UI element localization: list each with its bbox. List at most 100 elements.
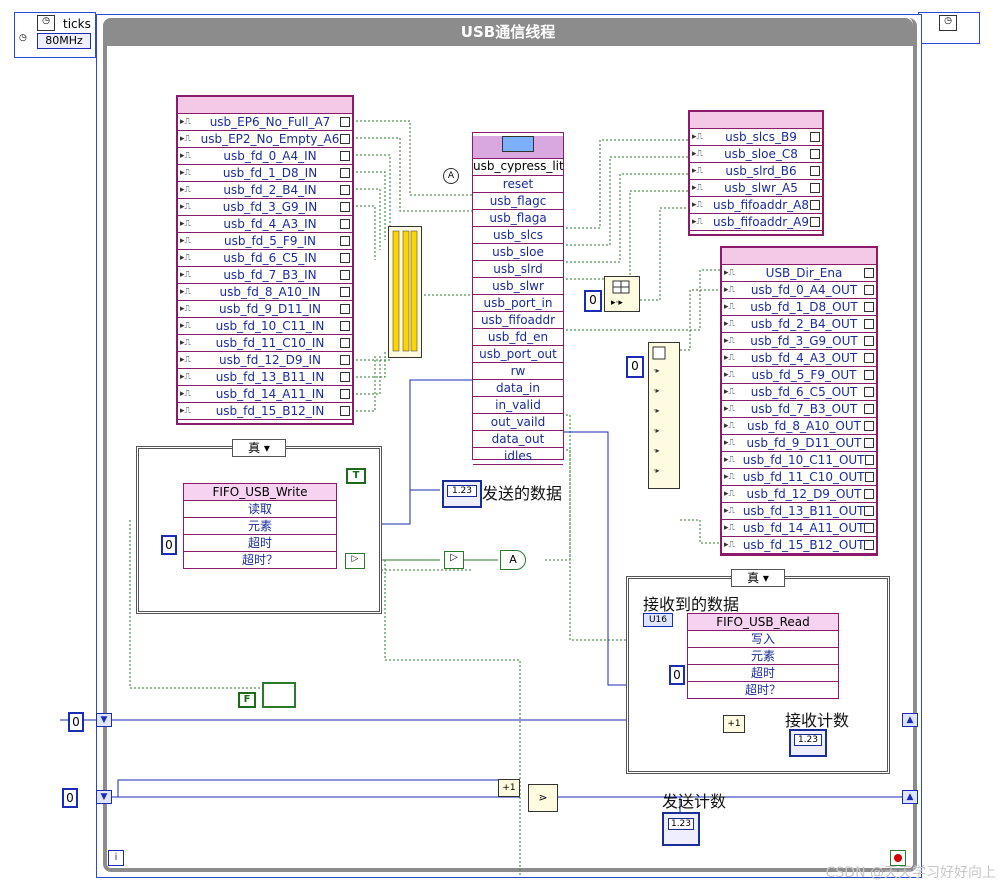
input-signal-row[interactable]: ▸⎍ usb_fd_3_G9_IN [178,199,352,216]
output-signal-row[interactable]: ▸⎍ usb_fd_6_C5_OUT [722,384,876,401]
true-constant[interactable]: T [346,468,366,484]
subvi-terminal[interactable]: rw [473,363,563,380]
control-signal-row[interactable]: ▸⎍ usb_fifoaddr_A8 [690,197,822,214]
write-timeout-constant[interactable]: 0 [161,535,177,555]
signal-icon: ▸⎍ [180,304,191,314]
fifo-read-node[interactable]: FIFO_USB_Read 写入 元素 超时 超时？ [687,613,839,699]
input-signal-row[interactable]: ▸⎍ usb_EP2_No_Empty_A6 [178,131,352,148]
shift-register-left-1[interactable]: ▼ [96,713,112,727]
loop-constant-send[interactable]: 0 [62,788,78,808]
input-signal-row[interactable]: ▸⎍ usb_fd_5_F9_IN [178,233,352,250]
input-signal-row[interactable]: ▸⎍ usb_fd_11_C10_IN [178,335,352,352]
output-signal-row[interactable]: ▸⎍ usb_fd_7_B3_OUT [722,401,876,418]
case-selector-write[interactable]: 真 ▾ [232,439,286,457]
subvi-terminal[interactable]: usb_slrd [473,261,563,278]
terminal-icon [340,151,350,161]
case-selector-read[interactable]: 真 ▾ [731,569,785,587]
output-signal-row[interactable]: ▸⎍ usb_fd_15_B12_OUT [722,537,876,554]
output-signal-row[interactable]: ▸⎍ usb_fd_2_B4_OUT [722,316,876,333]
output-signal-row[interactable]: ▸⎍ usb_fd_5_F9_OUT [722,367,876,384]
svg-text:·▸: ·▸ [653,366,660,375]
case-structure-read[interactable]: 真 ▾ 接收到的数据 U16 FIFO_USB_Read 写入 元素 超时 超时… [626,569,890,774]
control-signal-label: usb_sloe_C8 [724,147,798,161]
output-index-array[interactable]: ·▸ ·▸ ·▸ ·▸ ·▸ ·▸ [648,342,680,489]
input-signal-row[interactable]: ▸⎍ usb_fd_0_A4_IN [178,148,352,165]
addr-index-node[interactable]: ▸·▸ [604,276,640,312]
input-signal-row[interactable]: ▸⎍ usb_fd_2_B4_IN [178,182,352,199]
shift-register-right-1[interactable]: ▲ [902,713,918,727]
read-timeout-constant[interactable]: 0 [669,665,685,685]
out-array-constant[interactable]: 0 [626,356,644,378]
input-signal-row[interactable]: ▸⎍ usb_fd_1_D8_IN [178,165,352,182]
output-signal-row[interactable]: ▸⎍ usb_fd_10_C11_OUT [722,452,876,469]
output-signal-row[interactable]: ▸⎍ usb_fd_12_D9_OUT [722,486,876,503]
subvi-terminal[interactable]: usb_fifoaddr [473,312,563,329]
output-signal-row[interactable]: ▸⎍ usb_fd_9_D11_OUT [722,435,876,452]
shift-register-left-2[interactable]: ▼ [96,790,112,804]
false-constant[interactable]: F [238,692,256,708]
control-signal-row[interactable]: ▸⎍ usb_slcs_B9 [690,129,822,146]
subvi-terminal[interactable]: usb_flagc [473,193,563,210]
subvi-terminal[interactable]: data_out [473,431,563,448]
svg-text:▸·▸: ▸·▸ [611,298,623,308]
input-signal-row[interactable]: ▸⎍ usb_fd_8_A10_IN [178,284,352,301]
info-icon[interactable]: i [108,850,124,866]
subvi-terminal[interactable]: idles [473,448,563,465]
control-signal-row[interactable]: ▸⎍ usb_slrd_B6 [690,163,822,180]
output-signal-label: usb_fd_6_C5_OUT [750,385,858,399]
terminal-icon [340,134,350,144]
subvi-terminal[interactable]: in_valid [473,397,563,414]
output-signal-row[interactable]: ▸⎍ USB_Dir_Ena [722,265,876,282]
fpga-input-node[interactable]: ▸⎍ usb_EP6_No_Full_A7 ▸⎍ usb_EP2_No_Empty_A… [176,95,354,425]
fifoaddr-constant[interactable]: 0 [584,290,602,312]
subvi-terminal[interactable]: usb_flaga [473,210,563,227]
input-signal-row[interactable]: ▸⎍ usb_fd_7_B3_IN [178,267,352,284]
output-signal-row[interactable]: ▸⎍ usb_fd_0_A4_OUT [722,282,876,299]
terminal-icon [340,168,350,178]
control-signal-row[interactable]: ▸⎍ usb_slwr_A5 [690,180,822,197]
terminal-icon [864,285,874,295]
output-signal-row[interactable]: ▸⎍ usb_fd_8_A10_OUT [722,418,876,435]
shift-register-right-2[interactable]: ▲ [902,790,918,804]
subvi-terminal[interactable]: data_in [473,380,563,397]
subvi-icon [473,136,563,159]
input-signal-row[interactable]: ▸⎍ usb_fd_10_C11_IN [178,318,352,335]
output-signal-label: usb_fd_8_A10_OUT [747,419,861,433]
fifo-write-node[interactable]: FIFO_USB_Write 读取 元素 超时 超时？ [183,483,337,569]
output-signal-row[interactable]: ▸⎍ usb_fd_3_G9_OUT [722,333,876,350]
input-signal-row[interactable]: ▸⎍ usb_fd_12_D9_IN [178,352,352,369]
subvi-terminal[interactable]: usb_sloe [473,244,563,261]
output-signal-row[interactable]: ▸⎍ usb_fd_14_A11_OUT [722,520,876,537]
output-signal-row[interactable]: ▸⎍ usb_fd_4_A3_OUT [722,350,876,367]
subvi-terminal[interactable]: reset [473,176,563,193]
control-signal-row[interactable]: ▸⎍ usb_fifoaddr_A9 [690,214,822,231]
input-signal-row[interactable]: ▸⎍ usb_fd_14_A11_IN [178,386,352,403]
terminal-icon [864,438,874,448]
subvi-terminal[interactable]: usb_port_out [473,346,563,363]
subvi-terminal[interactable]: usb_slwr [473,278,563,295]
input-signal-row[interactable]: ▸⎍ usb_EP6_No_Full_A7 [178,114,352,131]
output-signal-row[interactable]: ▸⎍ usb_fd_1_D8_OUT [722,299,876,316]
fpga-output-node[interactable]: ▸⎍ USB_Dir_Ena ▸⎍ usb_fd_0_A4_OUT ▸⎍ usb_fd_1… [720,246,878,556]
control-signal-row[interactable]: ▸⎍ usb_sloe_C8 [690,146,822,163]
loop-constant-receive[interactable]: 0 [68,712,84,732]
fpga-control-output-node[interactable]: ▸⎍ usb_slcs_B9 ▸⎍ usb_sloe_C8 ▸⎍ usb_slrd_B6 ▸… [688,110,824,236]
output-signal-row[interactable]: ▸⎍ usb_fd_13_B11_OUT [722,503,876,520]
input-signal-row[interactable]: ▸⎍ usb_fd_13_B11_IN [178,369,352,386]
subvi-terminal[interactable]: usb_slcs [473,227,563,244]
input-signal-row[interactable]: ▸⎍ usb_fd_4_A3_IN [178,216,352,233]
reset-constant-icon[interactable]: A [443,168,459,184]
terminal-icon [340,219,350,229]
usb-cypress-subvi[interactable]: usb_cypress_little resetusb_flagcusb_fla… [472,132,564,465]
subvi-terminal[interactable]: usb_port_in [473,295,563,312]
input-build-array[interactable] [388,226,422,358]
input-signal-row[interactable]: ▸⎍ usb_fd_9_D11_IN [178,301,352,318]
output-signal-row[interactable]: ▸⎍ usb_fd_11_C10_OUT [722,469,876,486]
input-signal-label: usb_fd_12_D9_IN [219,353,321,367]
subvi-terminal[interactable]: usb_fd_en [473,329,563,346]
input-signal-row[interactable]: ▸⎍ usb_fd_15_B12_IN [178,403,352,420]
input-signal-label: usb_fd_15_B12_IN [215,404,325,418]
subvi-terminal[interactable]: out_vaild [473,414,563,431]
input-signal-label: usb_fd_3_G9_IN [222,200,318,214]
input-signal-row[interactable]: ▸⎍ usb_fd_6_C5_IN [178,250,352,267]
